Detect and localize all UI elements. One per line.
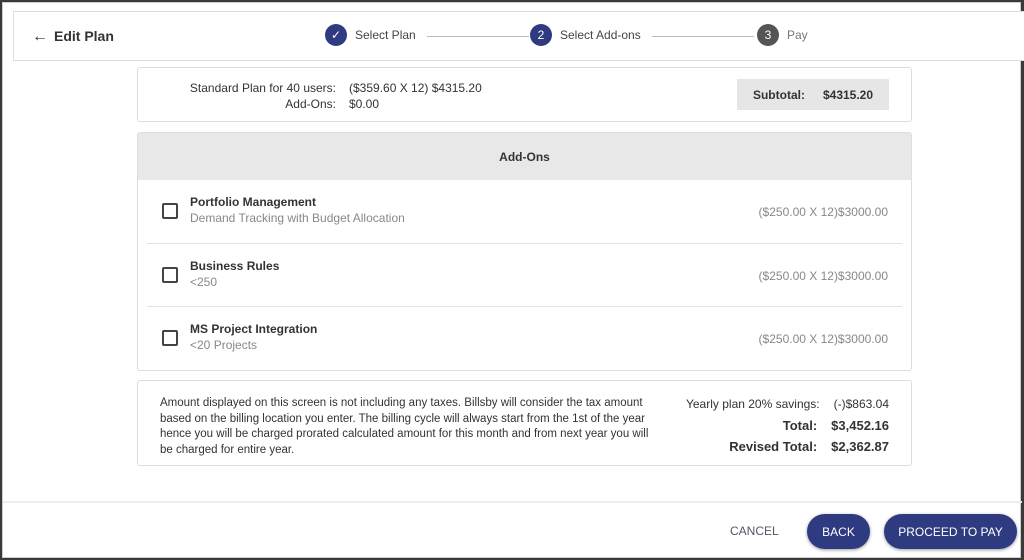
check-icon: ✓ [325, 24, 347, 46]
addon-description: <250 [190, 274, 218, 289]
addon-row: Business Rules <250 ($250.00 X 12)$3000.… [147, 244, 902, 307]
addon-name: MS Project Integration [190, 322, 318, 336]
addon-checkbox[interactable] [162, 330, 178, 346]
addons-title: Add-Ons [138, 133, 911, 180]
subtotal-label: Subtotal: [752, 87, 805, 102]
tax-note: Amount displayed on this screen is not i… [160, 397, 649, 456]
step-select-addons: 2 Select Add-ons [530, 24, 641, 46]
subtotal-box: Subtotal: $4315.20 [737, 79, 889, 110]
addons-value: $0.00 [349, 97, 380, 111]
arrow-left-icon: ← [32, 28, 48, 45]
step-pay: 3 Pay [757, 24, 808, 46]
plan-label: Standard Plan for 40 users: [189, 81, 336, 95]
addon-price: ($250.00 X 12)$3000.00 [758, 205, 888, 219]
addon-checkbox[interactable] [162, 203, 178, 219]
totals-card: Amount displayed on this screen is not i… [137, 380, 912, 466]
total-label: Total: [782, 418, 818, 433]
step-select-plan: ✓ Select Plan [325, 24, 416, 46]
subtotal-value: $4315.20 [822, 87, 874, 102]
plan-summary-card: Standard Plan for 40 users: ($359.60 X 1… [137, 67, 912, 122]
step-number: 2 [530, 24, 552, 46]
proceed-to-pay-button[interactable]: PROCEED TO PAY [884, 514, 1017, 549]
addon-price: ($250.00 X 12)$3000.00 [758, 268, 888, 283]
header: ← Edit Plan ✓ Select Plan 2 Select Add-ons … [13, 11, 1024, 61]
step-connector [652, 36, 754, 37]
addons-card: Add-Ons Portfolio Management Demand Trac… [137, 132, 912, 371]
back-button[interactable]: BACK [807, 514, 870, 549]
edit-plan-window: ← Edit Plan ✓ Select Plan 2 Select Add-ons … [2, 2, 1024, 558]
addon-description: <20 Projects [190, 338, 258, 352]
step-label: Pay [787, 28, 808, 42]
back-to-edit-plan[interactable]: ← Edit Plan [32, 28, 114, 46]
step-label: Select Add-ons [560, 28, 641, 42]
addon-name: Portfolio Management [190, 195, 317, 209]
savings-label: Yearly plan 20% savings: [685, 397, 820, 411]
page-title: Edit Plan [54, 28, 114, 44]
footer-divider [3, 501, 1022, 503]
step-connector [427, 36, 529, 37]
addons-label: Add-Ons: [285, 97, 336, 111]
addon-name: Business Rules [190, 258, 280, 273]
savings-value: (-)$863.04 [833, 397, 889, 411]
plan-value: ($359.60 X 12) $4315.20 [349, 81, 482, 95]
addon-description: Demand Tracking with Budget Allocation [190, 211, 405, 225]
revised-total-label: Revised Total: [729, 439, 818, 454]
total-value: $3,452.16 [831, 418, 889, 433]
addon-row: Portfolio Management Demand Tracking wit… [147, 180, 902, 244]
step-number: 3 [757, 24, 779, 46]
addon-row: MS Project Integration <20 Projects ($25… [147, 307, 902, 370]
addon-price: ($250.00 X 12)$3000.00 [758, 332, 888, 346]
step-label: Select Plan [355, 28, 416, 42]
revised-total-value: $2,362.87 [831, 439, 889, 454]
addon-checkbox[interactable] [162, 266, 178, 283]
cancel-button[interactable]: CANCEL [730, 524, 779, 538]
